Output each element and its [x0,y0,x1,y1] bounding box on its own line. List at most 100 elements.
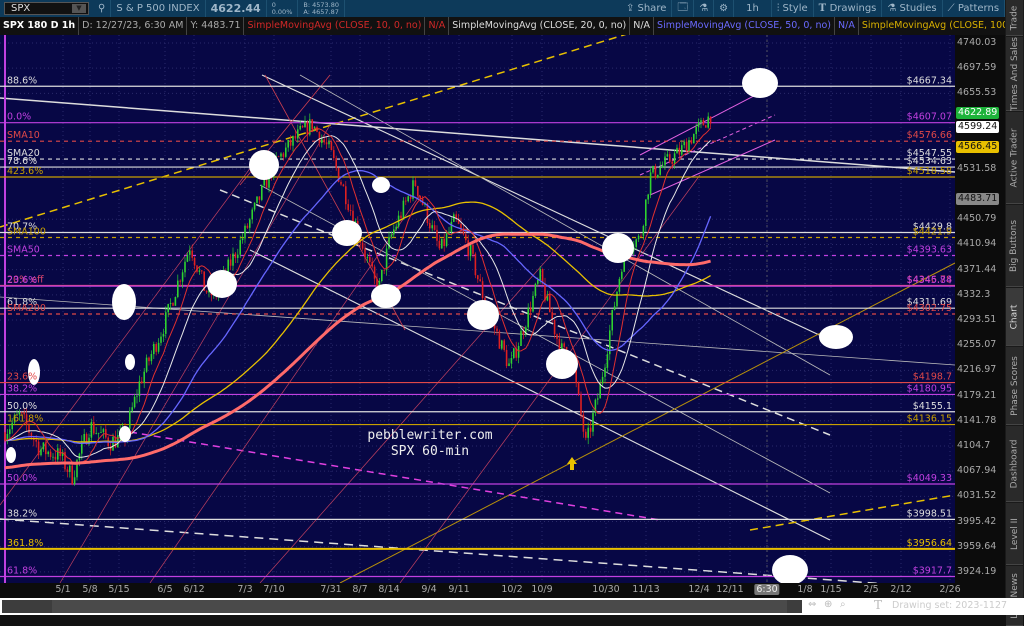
candle-body [477,275,479,280]
price-axis[interactable]: 4740.03 4697.59 4655.53 4531.58 4450.79 4410.… [955,35,1005,597]
level-fib-label: 50.0% [7,473,37,484]
candle-body [503,340,505,350]
studies-button[interactable]: ⚗ Studies [882,0,943,17]
crosshair-icon[interactable]: ⊕ [824,599,832,610]
sidebar-tab-phase-scores[interactable]: Phase Scores [1006,347,1023,425]
level-price-label: $4198.7 [913,372,952,383]
price-tick: 4067.94 [957,465,997,477]
candle-body [604,367,606,377]
sma10-legend[interactable]: SimpleMovingAvg (CLOSE, 10, 0, no) [244,17,426,35]
candle-body [688,140,690,152]
level-fib-label: 23.6% [7,372,37,383]
candle-body [261,185,263,200]
candle-body [93,421,95,434]
drawing-text-icon[interactable]: T [874,598,882,612]
price-badge: 4483.71 [956,192,1000,205]
fan-line [59,124,331,583]
candle-body [181,272,184,282]
candle-body [136,395,138,397]
candle-body [172,302,174,306]
level-price-label: $4667.34 [907,75,952,86]
candle-body [4,432,6,441]
candle-body [285,147,287,157]
price-tick: 4332.3 [957,288,991,300]
candle-body [705,125,707,128]
candle-body [697,122,700,127]
trendline [219,189,831,436]
candle-body [349,210,352,211]
sidebar-tab-big-buttons[interactable]: Big Buttons [1006,205,1023,287]
date-tick: 9/11 [448,584,470,595]
candle-body [508,363,510,367]
candle-body [179,280,181,282]
tab-label: Times And Sales [1009,36,1020,111]
candle-body [534,283,537,296]
chart-title: SPX 180 D 1h [0,17,80,35]
candle-body [52,456,54,458]
candle-body [661,165,664,168]
sidebar-tab-live-news[interactable]: Live News [1006,566,1023,626]
level-price-label: $4393.63 [907,244,952,255]
sma50-legend[interactable]: SimpleMovingAvg (CLOSE, 50, 0, no) [654,17,836,35]
settings-button[interactable]: ⚙ [714,0,735,17]
timeframe-button[interactable]: 1h [734,0,772,17]
alert-button[interactable]: 🗔 [672,0,695,17]
candle-body [47,451,49,455]
chart-canvas[interactable]: $4667.34 88.6% $4607.07 0.0% $4576.66 SMA10 $4… [0,35,955,583]
price-tick: 4655.53 [957,87,997,99]
sma20-legend[interactable]: SimpleMovingAvg (CLOSE, 20, 0, no) [449,17,631,35]
sidebar-tab-chart[interactable]: Chart [1006,288,1023,346]
horizontal-scrollbar[interactable] [2,600,802,613]
candle-body [695,126,697,135]
highlight-ellipse [467,300,499,330]
date-tick: 5/8 [82,584,98,595]
moving-averages [4,127,712,470]
change: 0 0.00% [267,0,299,17]
trendline [0,35,627,228]
candle-body [54,456,57,460]
date-axis[interactable]: 5/1 5/8 5/15 6/5 6/12 7/3 7/10 7/31 8/7 8/14 9/4 9/… [0,583,961,598]
price-chart[interactable]: $4667.34 88.6% $4607.07 0.0% $4576.66 SMA10 $4… [0,35,955,583]
candle-body [253,202,256,210]
sidebar-tab-level-ii[interactable]: Level II [1006,503,1023,565]
level-price-label: $3917.7 [913,566,952,577]
highlight-ellipse [125,354,135,370]
drawing-set-label[interactable]: Drawing set: 2023-1127 [892,600,1007,611]
zoom-icon[interactable]: ⌕ [840,599,846,610]
candle-body [340,181,342,185]
candle-body [83,434,85,442]
sidebar-tab-dashboard[interactable]: Dashboard [1006,426,1023,502]
candle-body [481,281,484,299]
studies-label: Studies [899,3,937,14]
scrollbar-thumb[interactable] [52,600,787,613]
candle-body [371,261,373,267]
sidebar-tab-active-trader[interactable]: Active Trader [1006,112,1023,204]
pan-icon[interactable]: ⇔ [808,599,816,610]
right-sidebar: Trade Times And Sales Active Trader Big But… [1005,0,1024,626]
share-button[interactable]: ⇪ Share [621,0,673,17]
link-icon[interactable]: ⚲ [93,0,112,17]
level-price-label: $3956.64 [907,538,952,549]
date-tick: 11/13 [632,584,660,595]
candle-body [97,432,100,434]
patterns-button[interactable]: ⟋ Patterns [943,0,1006,17]
candle-body [433,225,436,230]
candle-body [165,312,167,334]
flask-button[interactable]: ⚗ [694,0,715,17]
sidebar-tab-trade[interactable]: Trade [1006,0,1023,36]
sidebar-tab-times-and-sales[interactable]: Times And Sales [1006,37,1023,111]
candle-body [407,196,409,202]
candle-body [664,156,666,166]
ask: A: 4657.87 [303,7,339,16]
level-fib-label: 361.8% [7,538,43,549]
price-tick: 4450.79 [957,213,997,225]
candle-body [333,150,335,159]
candle-body [325,142,328,145]
drawings-button[interactable]: T Drawings [814,0,883,17]
sma100-legend[interactable]: SimpleMovingAvg (CLOSE, 100, 0, no) [859,17,1024,35]
drawings-label: Drawings [829,3,877,14]
style-button[interactable]: ⫶ Style [772,0,814,17]
candle-body [589,427,592,432]
candle-body [635,239,637,247]
symbol-selector[interactable]: SPX ▼ [4,2,89,15]
